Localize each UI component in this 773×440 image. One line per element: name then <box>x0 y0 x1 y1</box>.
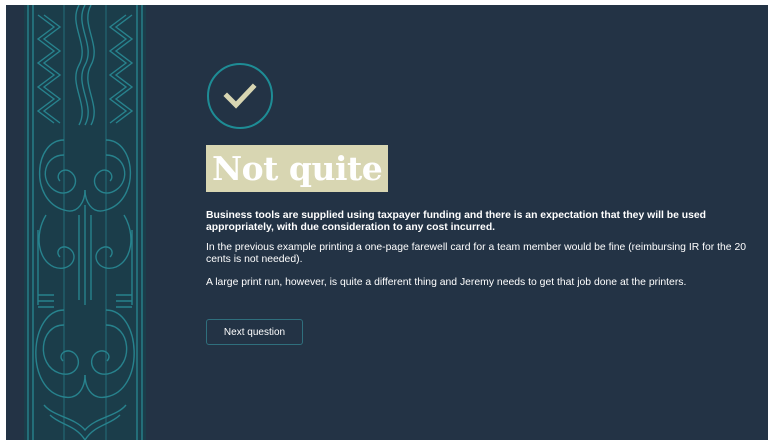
next-question-button[interactable]: Next question <box>206 319 303 345</box>
feedback-summary-text: Business tools are supplied using taxpay… <box>206 210 707 233</box>
feedback-heading: Not quite <box>206 145 389 192</box>
check-icon <box>223 83 257 109</box>
success-check-badge <box>207 63 273 129</box>
kowhaiwhai-pattern <box>27 5 143 440</box>
feedback-contrast-text: A large print run, however, is quite a d… <box>206 277 687 288</box>
feedback-example-text: In the previous example printing a one-p… <box>206 242 747 265</box>
decorative-pattern-panel <box>24 5 146 440</box>
feedback-screen: Not quite Business tools are supplied us… <box>6 5 768 440</box>
